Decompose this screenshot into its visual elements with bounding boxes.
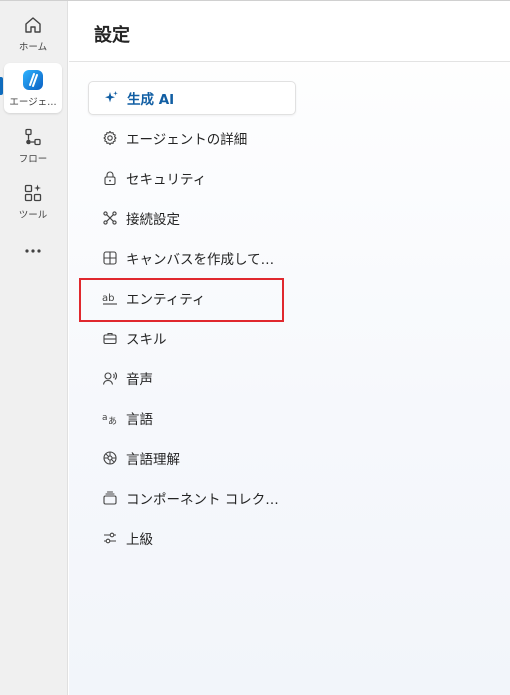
settings-main: 設定 生成 AI エージェントの詳細 セキュリティ 接続設定 キャンバスを作成し… — [69, 1, 510, 695]
tools-icon — [22, 182, 44, 204]
rail-item-label: ホーム — [18, 41, 48, 53]
rail-item-home[interactable]: ホーム — [4, 9, 62, 57]
voice-icon — [102, 370, 118, 386]
settings-nav-advanced[interactable]: 上級 — [88, 521, 296, 555]
rail-item-label: エージェ… — [9, 96, 57, 108]
component-collection-icon — [102, 490, 118, 506]
gear-icon — [102, 130, 118, 146]
nav-item-label: エンティティ — [126, 292, 206, 308]
svg-text:あ: あ — [108, 416, 117, 426]
canvas-icon — [102, 250, 118, 266]
sparkle-icon — [103, 90, 119, 106]
nav-item-label: コンポーネント コレク… — [126, 492, 279, 508]
nav-item-label: 言語 — [126, 412, 153, 428]
rail-item-agents[interactable]: エージェ… — [4, 63, 62, 113]
settings-nav-skills[interactable]: スキル — [88, 321, 296, 355]
rail-item-label: フロー — [18, 153, 48, 165]
rail-active-indicator — [0, 77, 3, 95]
language-icon: aあ — [102, 410, 118, 426]
nav-item-label: 上級 — [126, 532, 153, 548]
settings-nav-generative-ai[interactable]: 生成 AI — [88, 81, 296, 115]
nav-item-label: スキル — [126, 332, 167, 348]
settings-nav-agent-details[interactable]: エージェントの詳細 — [88, 121, 296, 155]
nav-item-label: キャンバスを作成して… — [126, 252, 275, 268]
settings-nav-language[interactable]: aあ 言語 — [88, 401, 296, 435]
settings-nav-canvas[interactable]: キャンバスを作成して… — [88, 241, 296, 275]
rail-item-label: ツール — [18, 209, 48, 221]
nav-item-label: 接続設定 — [126, 212, 180, 228]
settings-nav-security[interactable]: セキュリティ — [88, 161, 296, 195]
rail-item-more[interactable] — [4, 231, 62, 271]
settings-nav-language-understanding[interactable]: 言語理解 — [88, 441, 296, 475]
nav-item-label: セキュリティ — [126, 172, 207, 188]
settings-nav-entities[interactable]: ab エンティティ — [88, 281, 296, 315]
settings-nav-component-collections[interactable]: コンポーネント コレク… — [88, 481, 296, 515]
app-rail: ホーム エージェ… フロー ツール — [0, 1, 68, 695]
nav-item-label: エージェントの詳細 — [126, 132, 248, 148]
settings-nav: 生成 AI エージェントの詳細 セキュリティ 接続設定 キャンバスを作成して… — [88, 81, 296, 561]
copilot-studio-logo-icon — [22, 69, 44, 91]
home-icon — [22, 14, 44, 36]
nav-item-label: 言語理解 — [126, 452, 180, 468]
entity-icon: ab — [102, 290, 118, 306]
nav-item-label: 生成 AI — [127, 92, 175, 108]
flow-icon — [22, 126, 44, 148]
advanced-icon — [102, 530, 118, 546]
more-icon — [22, 240, 44, 262]
lock-icon — [102, 170, 118, 186]
connection-icon — [102, 210, 118, 226]
rail-item-flows[interactable]: フロー — [4, 121, 62, 169]
settings-header: 設定 — [69, 1, 510, 62]
language-understanding-icon — [102, 450, 118, 466]
skills-icon — [102, 330, 118, 346]
settings-nav-connection-settings[interactable]: 接続設定 — [88, 201, 296, 235]
svg-text:ab: ab — [102, 293, 114, 304]
rail-item-tools[interactable]: ツール — [4, 177, 62, 225]
nav-item-label: 音声 — [126, 372, 153, 388]
settings-nav-voice[interactable]: 音声 — [88, 361, 296, 395]
page-title: 設定 — [94, 25, 130, 46]
svg-text:a: a — [102, 413, 108, 423]
